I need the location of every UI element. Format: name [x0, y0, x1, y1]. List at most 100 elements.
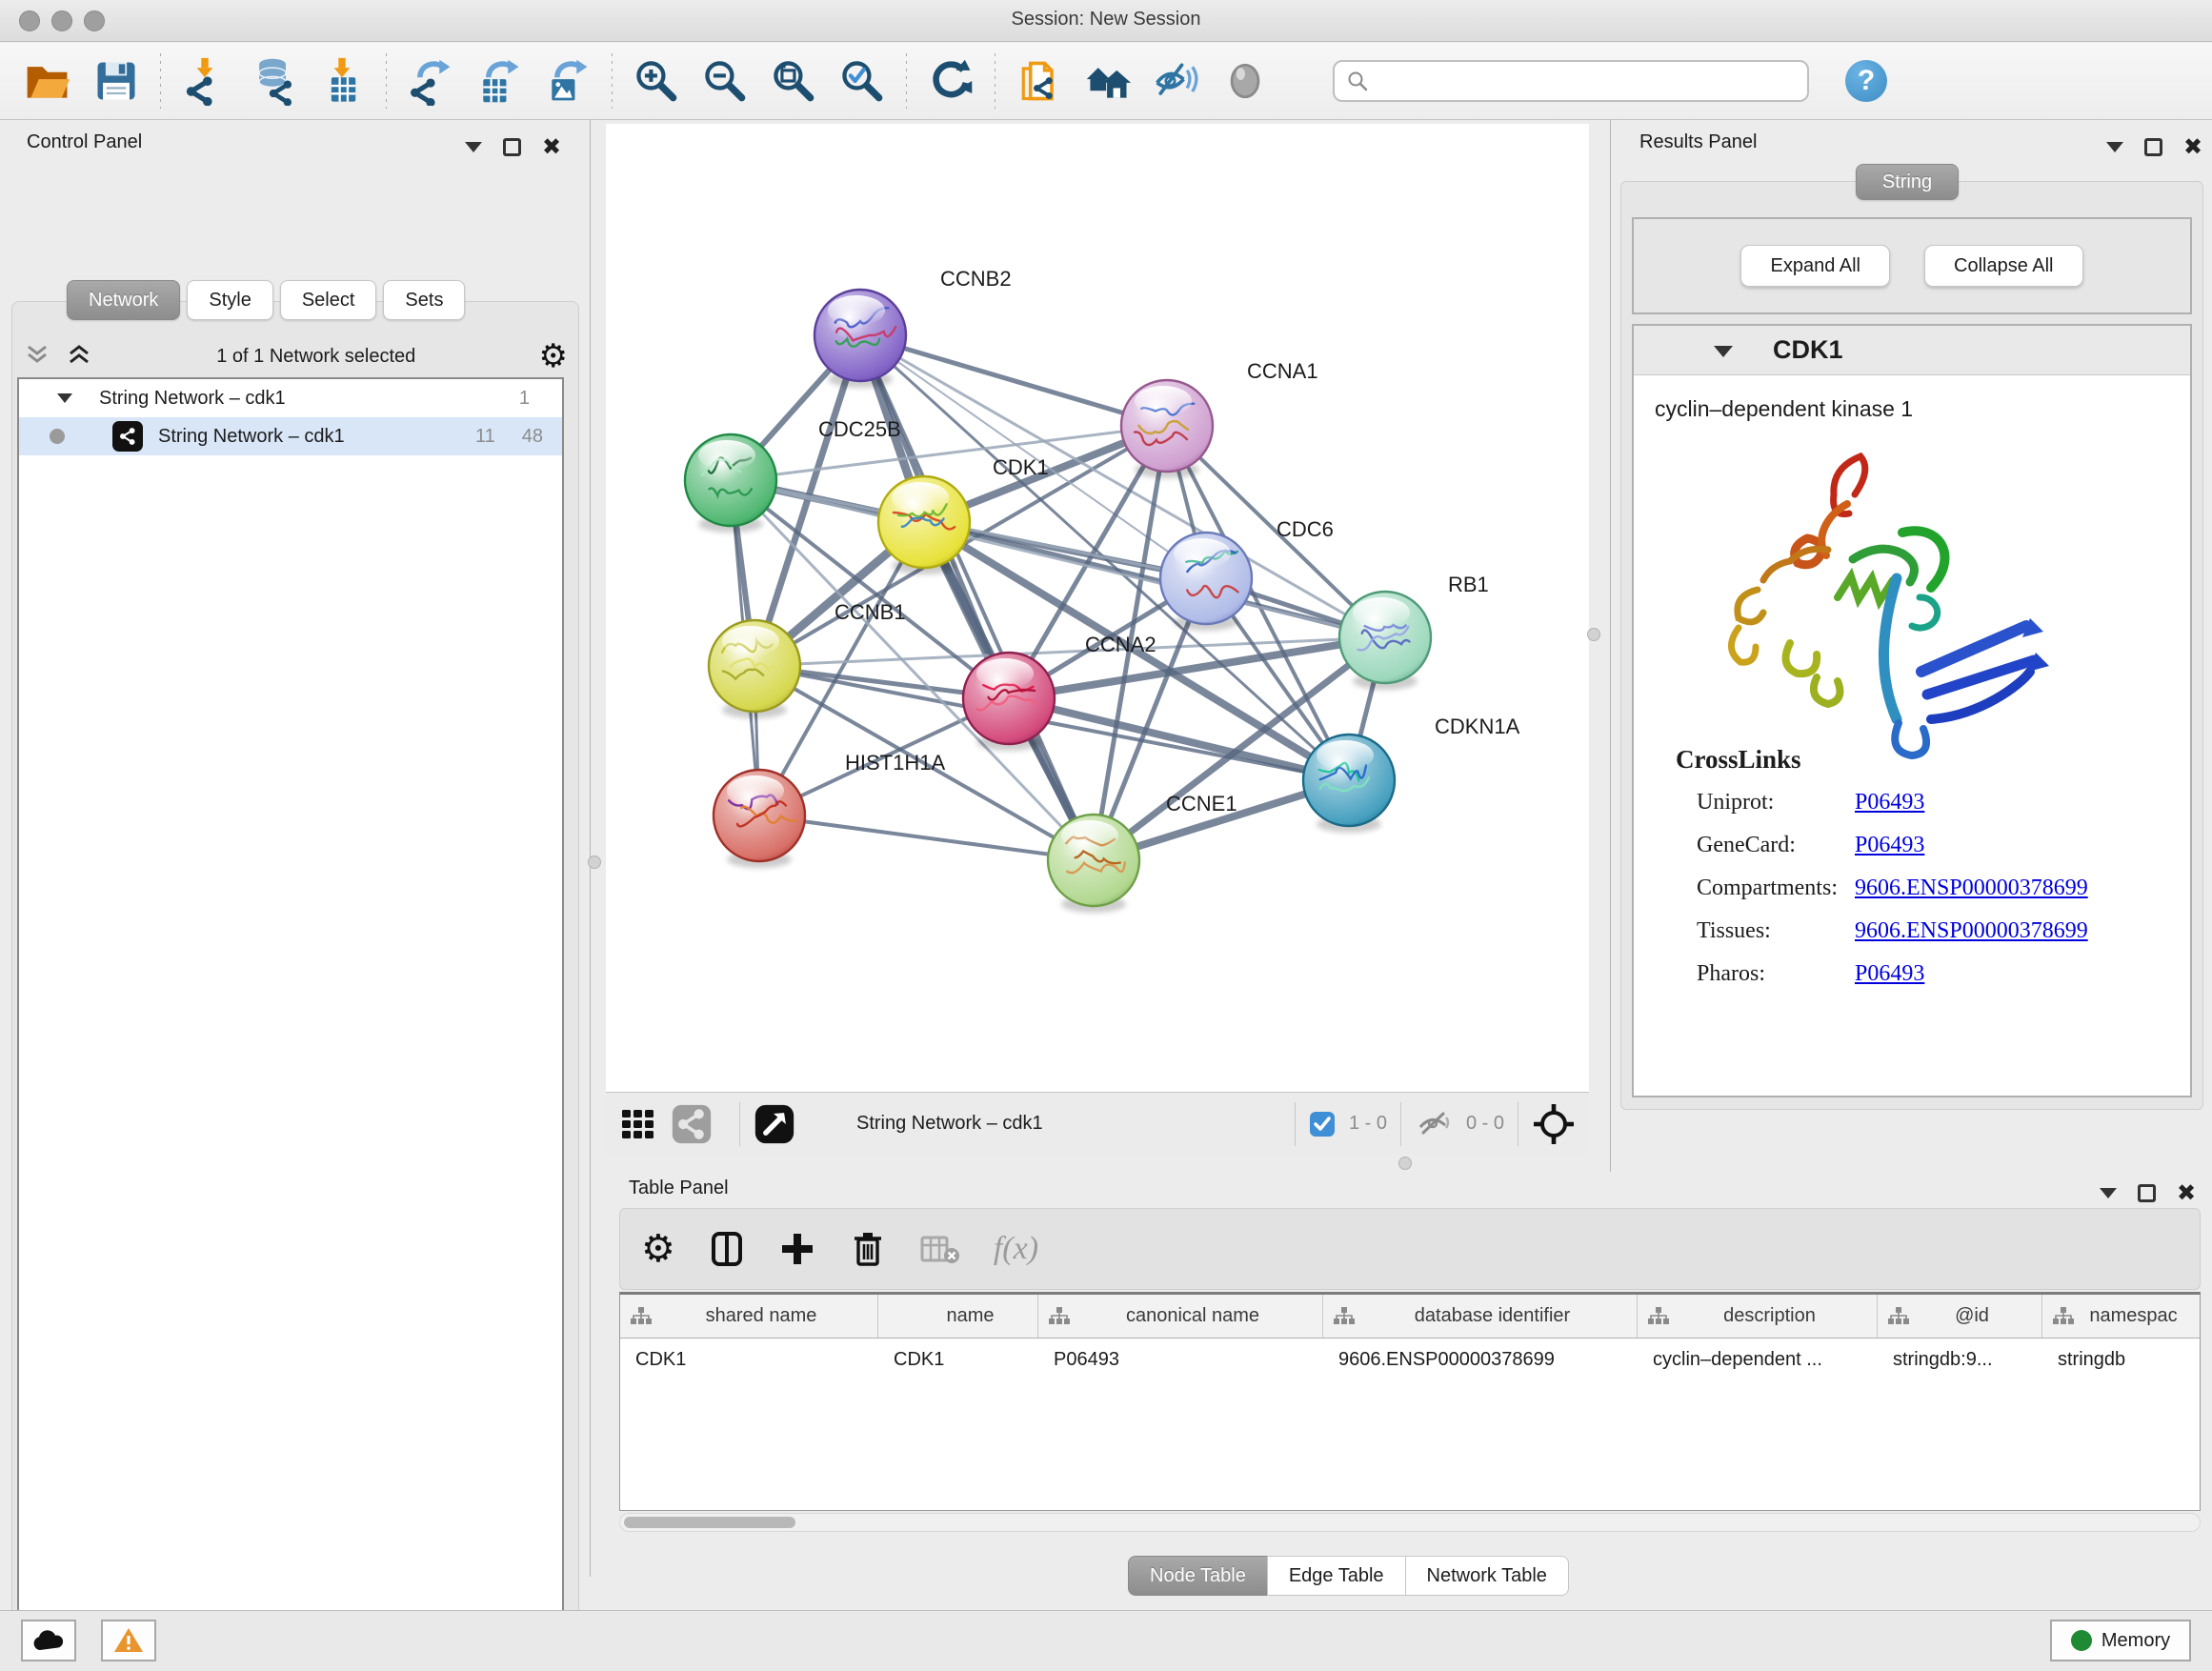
right-splitter-handle[interactable]	[1587, 628, 1600, 641]
tab-network[interactable]: Network	[67, 280, 180, 320]
export-table-button[interactable]	[465, 51, 533, 111]
node-ccna2[interactable]	[963, 653, 1055, 744]
export-image-button[interactable]	[533, 51, 602, 111]
tab-node-table[interactable]: Node Table	[1128, 1556, 1267, 1596]
string-view-icon[interactable]	[671, 1103, 713, 1145]
edge-ccnb2-ccna1[interactable]	[860, 335, 1167, 426]
refresh-view-button[interactable]	[916, 51, 985, 111]
search-field[interactable]	[1333, 60, 1809, 102]
eye-inactive-button[interactable]	[1211, 51, 1279, 111]
tab-select[interactable]: Select	[280, 280, 377, 320]
collection-expander-icon[interactable]	[57, 393, 72, 403]
add-column-icon[interactable]	[778, 1230, 816, 1268]
open-session-button[interactable]	[13, 51, 82, 111]
tab-string[interactable]: String	[1856, 164, 1959, 200]
selected-checkbox-icon[interactable]	[1309, 1111, 1336, 1137]
export-network-button[interactable]	[396, 51, 465, 111]
network-from-file-button[interactable]	[1005, 51, 1074, 111]
network-canvas[interactable]: CCNB2CCNA1CDC25BCDK1CDC6RB1CCNB1CCNA2CDK…	[606, 124, 1589, 1092]
crosslink-link[interactable]: P06493	[1855, 961, 1924, 987]
table-cell[interactable]: P06493	[1038, 1349, 1323, 1371]
node-cdc6[interactable]	[1160, 533, 1252, 624]
column-header-database-identifier[interactable]: database identifier	[1323, 1295, 1638, 1338]
import-database-button[interactable]	[239, 51, 308, 111]
table-options-gear-icon[interactable]: ⚙	[641, 1230, 675, 1268]
node-cdc25b[interactable]	[685, 434, 776, 526]
column-header-shared-name[interactable]: shared name	[620, 1295, 878, 1338]
search-input[interactable]	[1377, 70, 1796, 92]
node-hist1h1a[interactable]	[714, 770, 805, 861]
import-table-button[interactable]	[308, 51, 376, 111]
table-cell[interactable]: 9606.ENSP00000378699	[1323, 1349, 1638, 1371]
edge-ccnb2-ccne1[interactable]	[860, 335, 1094, 860]
collapse-all-button[interactable]: Collapse All	[1924, 245, 2083, 287]
network-collection-row[interactable]: String Network – cdk1 1	[19, 379, 562, 417]
collapse-all-icon[interactable]	[23, 344, 51, 369]
column-header-description[interactable]: description	[1638, 1295, 1878, 1338]
table-cell[interactable]: cyclin–dependent ...	[1638, 1349, 1878, 1371]
expand-all-button[interactable]: Expand All	[1740, 245, 1890, 287]
close-panel-icon[interactable]: ✖	[2177, 1181, 2196, 1204]
table-cell[interactable]: CDK1	[878, 1349, 1038, 1371]
show-hide-panel-button[interactable]	[1142, 51, 1211, 111]
float-panel-icon[interactable]	[2138, 1184, 2156, 1202]
gene-collapse-icon[interactable]	[1714, 346, 1733, 357]
crosslink-link[interactable]: P06493	[1855, 790, 1924, 815]
tab-edge-table[interactable]: Edge Table	[1267, 1556, 1405, 1596]
panel-menu-icon[interactable]	[465, 142, 482, 152]
table-horizontal-scrollbar[interactable]	[619, 1513, 2201, 1532]
show-columns-icon[interactable]	[708, 1230, 746, 1268]
grid-view-icon[interactable]	[619, 1105, 657, 1143]
crosslink-link[interactable]: P06493	[1855, 833, 1924, 858]
float-panel-icon[interactable]	[2144, 138, 2162, 156]
node-cdkn1a[interactable]	[1303, 735, 1395, 826]
panel-menu-icon[interactable]	[2106, 142, 2123, 152]
zoom-selected-button[interactable]	[828, 51, 896, 111]
crosslink-link[interactable]: 9606.ENSP00000378699	[1855, 876, 2088, 901]
panel-menu-icon[interactable]	[2100, 1188, 2117, 1198]
column-header-name[interactable]: name	[878, 1295, 1038, 1338]
zoom-in-button[interactable]	[622, 51, 691, 111]
zoom-fit-button[interactable]	[759, 51, 828, 111]
open-in-new-window-icon[interactable]	[754, 1103, 795, 1145]
left-splitter-handle[interactable]	[588, 856, 601, 869]
home-view-button[interactable]	[1074, 51, 1142, 111]
crosslink-link[interactable]: 9606.ENSP00000378699	[1855, 918, 2088, 944]
memory-button[interactable]: Memory	[2050, 1620, 2191, 1661]
import-network-button[interactable]	[171, 51, 239, 111]
scrollbar-thumb[interactable]	[624, 1517, 795, 1528]
gene-card-header[interactable]: CDK1	[1634, 326, 2190, 375]
table-row[interactable]: CDK1CDK1P064939606.ENSP00000378699cyclin…	[620, 1339, 2200, 1380]
table-cell[interactable]: stringdb	[2042, 1349, 2200, 1371]
network-options-gear-icon[interactable]: ⚙	[539, 340, 568, 372]
node-ccne1[interactable]	[1048, 815, 1139, 906]
zoom-out-button[interactable]	[691, 51, 759, 111]
tab-style[interactable]: Style	[187, 280, 272, 320]
warnings-button[interactable]	[101, 1620, 156, 1661]
delete-column-icon[interactable]	[849, 1230, 887, 1268]
close-panel-icon[interactable]: ✖	[542, 135, 561, 158]
table-cell[interactable]: CDK1	[620, 1349, 878, 1371]
node-rb1[interactable]	[1339, 592, 1431, 683]
node-ccnb1[interactable]	[709, 620, 800, 712]
node-ccna1[interactable]	[1121, 380, 1213, 472]
node-cdk1[interactable]	[878, 476, 970, 568]
cloud-button[interactable]	[21, 1620, 76, 1661]
tab-network-table[interactable]: Network Table	[1405, 1556, 1569, 1596]
column-header-namespac[interactable]: namespac	[2042, 1295, 2200, 1338]
expand-all-icon[interactable]	[65, 344, 93, 369]
table-cell[interactable]: stringdb:9...	[1878, 1349, 2042, 1371]
edge-ccne1-hist1h1a[interactable]	[759, 815, 1094, 860]
column-header-canonical-name[interactable]: canonical name	[1038, 1295, 1323, 1338]
save-session-button[interactable]	[82, 51, 151, 111]
column-header--id[interactable]: @id	[1878, 1295, 2042, 1338]
network-row-selected[interactable]: String Network – cdk1 11 48	[19, 417, 562, 455]
float-panel-icon[interactable]	[503, 138, 521, 156]
node-ccnb2[interactable]	[814, 290, 906, 381]
help-button[interactable]: ?	[1845, 60, 1887, 102]
fit-content-crosshair-icon[interactable]	[1532, 1102, 1576, 1146]
network-selection-status: 1 of 1 Network selected	[93, 346, 539, 368]
horizontal-splitter-handle[interactable]	[1398, 1157, 1412, 1170]
tab-sets[interactable]: Sets	[383, 280, 465, 320]
close-panel-icon[interactable]: ✖	[2183, 135, 2202, 158]
